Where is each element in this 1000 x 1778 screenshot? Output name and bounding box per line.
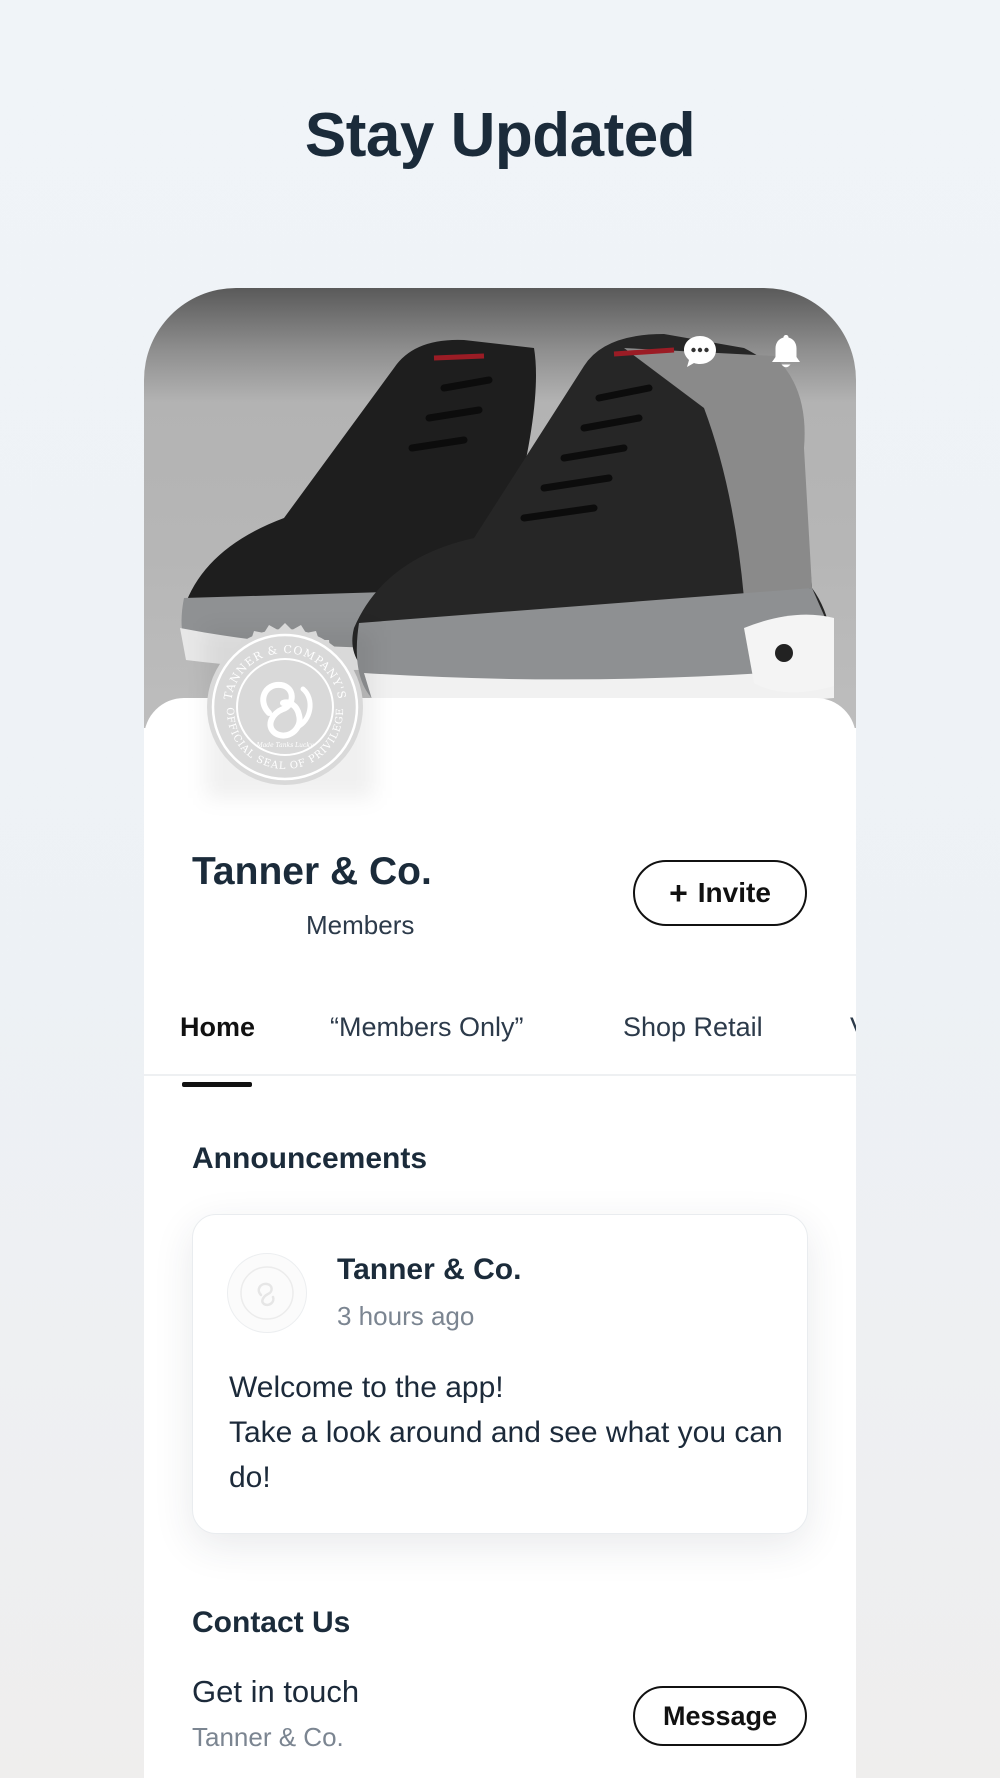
group-avatar[interactable]: TANNER & COMPANY'S OFFICIAL SEAL OF PRIV… <box>192 614 378 800</box>
post-author: Tanner & Co. <box>337 1253 522 1286</box>
page-headline: Stay Updated <box>304 101 696 170</box>
app-preview-frame: TANNER & COMPANY'S OFFICIAL SEAL OF PRIV… <box>144 288 856 1778</box>
members-link[interactable]: Members <box>306 910 414 941</box>
invite-label: Invite <box>697 877 771 908</box>
tab-more[interactable]: V <box>850 1012 856 1043</box>
group-name: Tanner & Co. <box>192 850 432 893</box>
tab-members-only[interactable]: “Members Only” <box>330 1012 524 1043</box>
bell-icon[interactable] <box>766 332 806 372</box>
contact-title: Contact Us <box>192 1606 351 1639</box>
post-message: Welcome to the app! Take a look around a… <box>229 1371 783 1494</box>
svg-text:Made Tanks Lucky: Made Tanks Lucky <box>256 742 314 749</box>
group-seal-logo: TANNER & COMPANY'S OFFICIAL SEAL OF PRIV… <box>207 623 363 785</box>
contact-subtitle: Tanner & Co. <box>192 1722 344 1752</box>
tab-bar: Home “Members Only” Shop Retail V <box>144 1012 856 1076</box>
plus-icon: + <box>669 875 688 911</box>
message-button[interactable]: Message <box>633 1686 807 1746</box>
chat-bubble-icon[interactable] <box>680 332 720 372</box>
post-author-avatar <box>227 1253 307 1333</box>
author-seal-logo <box>240 1266 294 1320</box>
tab-shop-retail[interactable]: Shop Retail <box>623 1012 763 1043</box>
invite-button[interactable]: + Invite <box>633 860 807 926</box>
announcements-title: Announcements <box>192 1142 428 1175</box>
announcement-card[interactable]: Tanner & Co. 3 hours ago Welcome to the … <box>192 1214 808 1534</box>
contact-heading: Get in touch <box>192 1674 360 1709</box>
tab-home[interactable]: Home <box>180 1012 255 1043</box>
active-tab-indicator <box>182 1082 252 1087</box>
post-timestamp: 3 hours ago <box>337 1301 475 1331</box>
